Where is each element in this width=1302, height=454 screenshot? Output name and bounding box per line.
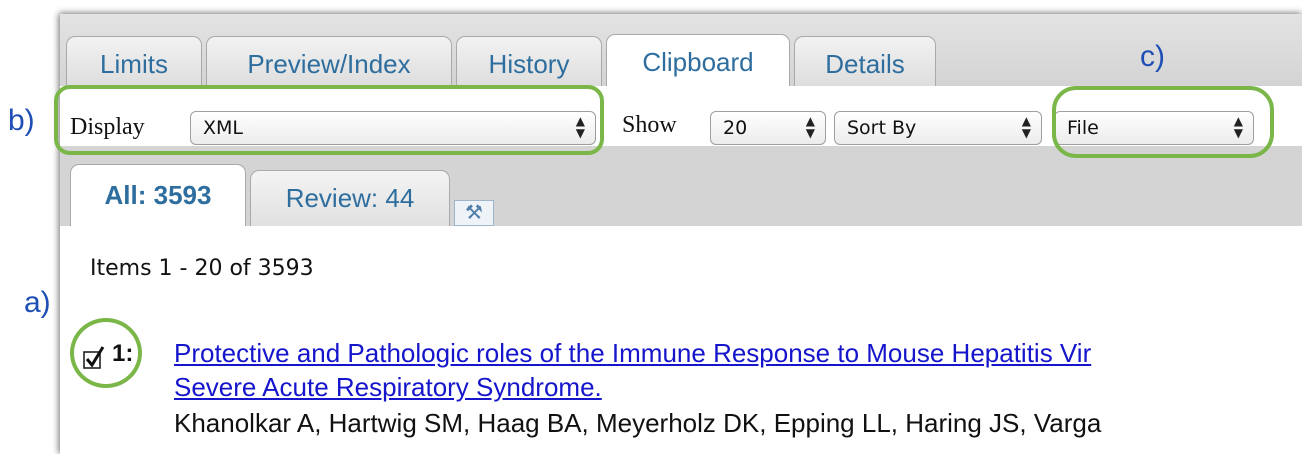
select-arrows-icon: ▲ ▼ <box>805 114 815 140</box>
tab-details[interactable]: Details <box>794 36 936 90</box>
wrench-hammer-icon[interactable]: ⚒ <box>454 200 494 226</box>
results-range: Items 1 - 20 of 3593 <box>90 256 314 281</box>
checkbox-highlight-ring <box>70 318 142 388</box>
sort-by-select[interactable]: Sort By ▲ ▼ <box>834 111 1042 145</box>
tab-all[interactable]: All: 3593 <box>70 164 246 226</box>
result-authors: Khanolkar A, Hartwig SM, Haag BA, Meyerh… <box>174 408 1102 438</box>
show-count-select[interactable]: 20 ▲ ▼ <box>710 111 826 145</box>
select-arrows-icon: ▲ ▼ <box>1021 114 1031 140</box>
tab-history[interactable]: History <box>456 36 602 90</box>
show-count-value: 20 <box>723 117 748 139</box>
annotation-c: c) <box>1140 40 1165 73</box>
annotation-b: b) <box>8 104 35 137</box>
results-area: Items 1 - 20 of 3593 1: Protective and P… <box>60 226 1302 454</box>
tab-preview-index[interactable]: Preview/Index <box>206 36 452 90</box>
tab-clipboard[interactable]: Clipboard <box>606 34 790 92</box>
database-panel: Limits Preview/Index History Clipboard D… <box>60 14 1302 454</box>
result-title-link-continued[interactable]: Severe Acute Respiratory Syndrome. <box>174 372 602 403</box>
show-label: Show <box>622 112 677 138</box>
display-highlight-ring <box>54 85 604 155</box>
sort-by-value: Sort By <box>847 117 917 139</box>
tab-review[interactable]: Review: 44 <box>250 170 450 226</box>
tab-limits[interactable]: Limits <box>66 36 202 90</box>
sort-field-highlight-ring <box>1052 86 1274 158</box>
result-title-link[interactable]: Protective and Pathologic roles of the I… <box>174 338 1091 369</box>
annotation-a: a) <box>24 286 51 319</box>
